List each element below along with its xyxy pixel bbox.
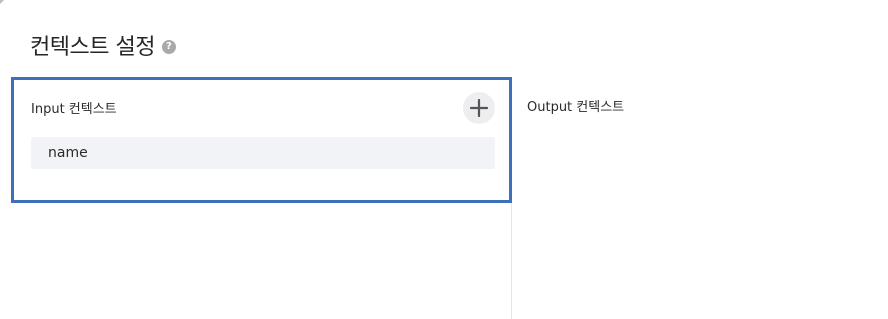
output-context-label: Output 컨텍스트 bbox=[527, 100, 625, 115]
corner-mark bbox=[0, 0, 4, 4]
input-context-label: Input 컨텍스트 bbox=[31, 102, 117, 117]
context-settings-page: 컨텍스트 설정 ? Input 컨텍스트 name Output 컨텍스트 bbox=[0, 0, 888, 319]
help-icon[interactable]: ? bbox=[161, 39, 176, 54]
add-context-button[interactable] bbox=[463, 92, 495, 124]
page-title: 컨텍스트 설정 bbox=[30, 35, 155, 60]
context-item-name[interactable]: name bbox=[31, 137, 495, 169]
input-context-panel[interactable]: Input 컨텍스트 name bbox=[11, 77, 512, 203]
page-header: 컨텍스트 설정 ? bbox=[30, 29, 176, 61]
plus-icon bbox=[470, 99, 488, 117]
